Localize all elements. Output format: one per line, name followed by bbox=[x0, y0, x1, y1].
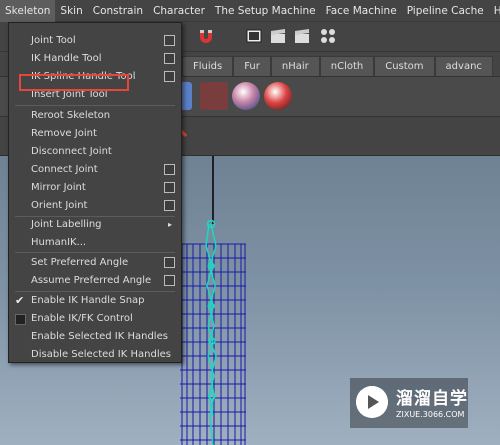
option-box-icon[interactable] bbox=[164, 200, 175, 211]
option-box-icon[interactable] bbox=[164, 257, 175, 268]
menu-item-label: Disconnect Joint bbox=[31, 146, 112, 157]
menu-item-enable-ik-handle-snap[interactable]: ✔ Enable IK Handle Snap bbox=[9, 292, 181, 310]
watermark-brand: 溜溜自学 bbox=[396, 389, 468, 409]
option-box-icon[interactable] bbox=[164, 35, 175, 46]
menu-item-mirror-joint[interactable]: Mirror Joint bbox=[9, 179, 181, 197]
option-box-icon[interactable] bbox=[164, 53, 175, 64]
menu-item-disconnect-joint[interactable]: Disconnect Joint bbox=[9, 143, 181, 161]
menu-item-connect-joint[interactable]: Connect Joint bbox=[9, 161, 181, 179]
menu-item-joint-tool[interactable]: Joint Tool bbox=[9, 32, 181, 50]
option-box-icon[interactable] bbox=[164, 71, 175, 82]
skeleton-menu: Joint Tool IK Handle Tool IK Spline Hand… bbox=[8, 22, 182, 363]
menu-item-label: Joint Tool bbox=[31, 35, 76, 46]
menu-item-label: Enable Selected IK Handles bbox=[31, 331, 168, 342]
menu-item-enable-ik-fk-control[interactable]: Enable IK/FK Control bbox=[9, 310, 181, 328]
menu-item-joint-labelling[interactable]: Joint Labelling ▸ bbox=[9, 216, 181, 234]
menu-item-label: Connect Joint bbox=[31, 164, 98, 175]
option-box-icon[interactable] bbox=[164, 164, 175, 175]
menu-item-label: Mirror Joint bbox=[31, 182, 86, 193]
menu-item-assume-preferred-angle[interactable]: Assume Preferred Angle bbox=[9, 272, 181, 290]
menu-item-label: Enable IK Handle Snap bbox=[31, 295, 145, 306]
menu-item-label: Set Preferred Angle bbox=[31, 257, 129, 268]
menu-item-orient-joint[interactable]: Orient Joint bbox=[9, 197, 181, 215]
menu-item-label: Reroot Skeleton bbox=[31, 110, 111, 121]
menu-item-label: IK Handle Tool bbox=[31, 53, 102, 64]
option-box-icon[interactable] bbox=[164, 182, 175, 193]
menu-item-label: Disable Selected IK Handles bbox=[31, 349, 171, 360]
menu-item-label: Remove Joint bbox=[31, 128, 97, 139]
menu-item-label: Enable IK/FK Control bbox=[31, 313, 133, 324]
menu-separator bbox=[15, 252, 175, 253]
submenu-arrow-icon: ▸ bbox=[167, 220, 172, 229]
menu-item-disable-selected-ik-handles[interactable]: Disable Selected IK Handles bbox=[9, 346, 181, 364]
menu-item-humanik[interactable]: HumanIK... bbox=[9, 234, 181, 252]
watermark-url: ZIXUE.3066.COM bbox=[396, 410, 465, 419]
option-box-icon[interactable] bbox=[164, 275, 175, 286]
checkmark-icon: ✔ bbox=[15, 294, 25, 307]
menu-item-reroot-skeleton[interactable]: Reroot Skeleton bbox=[9, 107, 181, 125]
menu-item-remove-joint[interactable]: Remove Joint bbox=[9, 125, 181, 143]
menu-item-label: Orient Joint bbox=[31, 200, 88, 211]
menu-item-enable-selected-ik-handles[interactable]: Enable Selected IK Handles bbox=[9, 328, 181, 346]
highlight-rectangle bbox=[19, 74, 129, 91]
watermark: 溜溜自学 ZIXUE.3066.COM bbox=[350, 378, 468, 428]
menu-item-ik-handle-tool[interactable]: IK Handle Tool bbox=[9, 50, 181, 68]
menu-item-label: HumanIK... bbox=[31, 237, 87, 248]
play-logo-icon bbox=[356, 386, 388, 418]
menu-separator bbox=[15, 105, 175, 106]
checkbox-icon[interactable] bbox=[15, 314, 26, 325]
menu-item-label: Joint Labelling bbox=[31, 219, 102, 230]
menu-item-label: Assume Preferred Angle bbox=[31, 275, 152, 286]
menu-item-set-preferred-angle[interactable]: Set Preferred Angle bbox=[9, 254, 181, 272]
